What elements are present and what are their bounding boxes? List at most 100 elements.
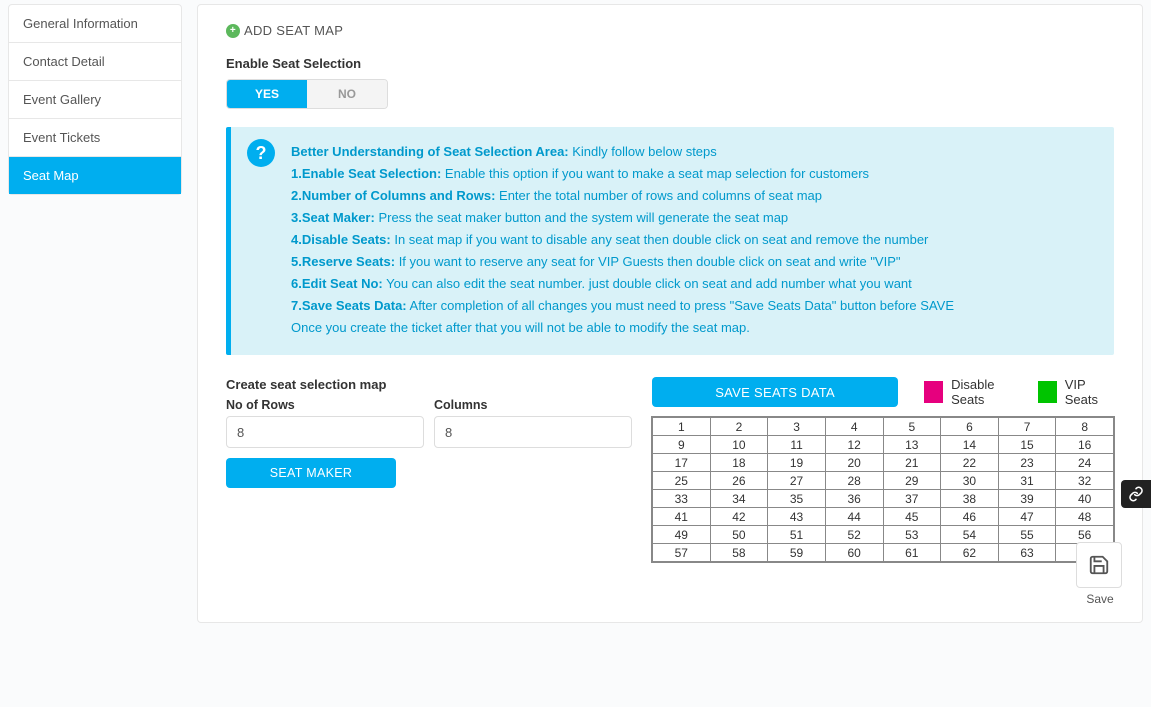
seat-cell[interactable]: 14 (941, 436, 999, 454)
seat-cell[interactable]: 50 (710, 526, 768, 544)
cols-input[interactable] (434, 416, 632, 448)
info-step: 3.Seat Maker: Press the seat maker butto… (291, 207, 1096, 229)
save-icon (1088, 554, 1110, 576)
enable-seat-toggle[interactable]: YES NO (226, 79, 388, 109)
seat-cell[interactable]: 19 (768, 454, 826, 472)
seat-cell[interactable]: 54 (941, 526, 999, 544)
seat-grid[interactable]: 1234567891011121314151617181920212223242… (652, 417, 1114, 562)
seat-cell[interactable]: 51 (768, 526, 826, 544)
seat-cell[interactable]: 30 (941, 472, 999, 490)
seat-cell[interactable]: 61 (883, 544, 941, 562)
plus-icon: + (226, 24, 240, 38)
rows-label: No of Rows (226, 398, 424, 412)
seat-cell[interactable]: 24 (1056, 454, 1114, 472)
seat-cell[interactable]: 22 (941, 454, 999, 472)
info-step: 6.Edit Seat No: You can also edit the se… (291, 273, 1096, 295)
seat-cell[interactable]: 47 (998, 508, 1056, 526)
save-button[interactable]: Save (1076, 542, 1124, 606)
seat-cell[interactable]: 53 (883, 526, 941, 544)
info-footer: Once you create the ticket after that yo… (291, 317, 1096, 339)
seat-cell[interactable]: 35 (768, 490, 826, 508)
seat-cell[interactable]: 34 (710, 490, 768, 508)
seat-maker-button[interactable]: SEAT MAKER (226, 458, 396, 488)
seat-cell[interactable]: 1 (653, 418, 711, 436)
seat-cell[interactable]: 43 (768, 508, 826, 526)
seat-cell[interactable]: 31 (998, 472, 1056, 490)
question-icon: ? (247, 139, 275, 167)
info-step: 1.Enable Seat Selection: Enable this opt… (291, 163, 1096, 185)
cols-label: Columns (434, 398, 632, 412)
sidebar-item-contact-detail[interactable]: Contact Detail (9, 43, 181, 81)
seat-cell[interactable]: 41 (653, 508, 711, 526)
enable-seat-section: Enable Seat Selection YES NO (226, 56, 1114, 127)
vip-swatch-icon (1038, 381, 1057, 403)
info-step: 4.Disable Seats: In seat map if you want… (291, 229, 1096, 251)
create-map-title: Create seat selection map (226, 377, 632, 392)
enable-seat-label: Enable Seat Selection (226, 56, 1114, 71)
seat-cell[interactable]: 38 (941, 490, 999, 508)
seat-cell[interactable]: 26 (710, 472, 768, 490)
seat-cell[interactable]: 28 (825, 472, 883, 490)
seat-cell[interactable]: 16 (1056, 436, 1114, 454)
save-seats-button[interactable]: SAVE SEATS DATA (652, 377, 898, 407)
seat-cell[interactable]: 6 (941, 418, 999, 436)
seat-cell[interactable]: 60 (825, 544, 883, 562)
seat-cell[interactable]: 46 (941, 508, 999, 526)
seat-cell[interactable]: 9 (653, 436, 711, 454)
sidebar-item-event-gallery[interactable]: Event Gallery (9, 81, 181, 119)
seat-cell[interactable]: 4 (825, 418, 883, 436)
seat-cell[interactable]: 37 (883, 490, 941, 508)
sidebar-item-general-information[interactable]: General Information (9, 5, 181, 43)
seat-cell[interactable]: 52 (825, 526, 883, 544)
seat-cell[interactable]: 3 (768, 418, 826, 436)
seat-cell[interactable]: 10 (710, 436, 768, 454)
rows-input[interactable] (226, 416, 424, 448)
seat-cell[interactable]: 40 (1056, 490, 1114, 508)
sidebar-item-event-tickets[interactable]: Event Tickets (9, 119, 181, 157)
info-box: ? Better Understanding of Seat Selection… (226, 127, 1114, 355)
toggle-yes[interactable]: YES (227, 80, 307, 108)
seat-cell[interactable]: 29 (883, 472, 941, 490)
info-step: 5.Reserve Seats: If you want to reserve … (291, 251, 1096, 273)
seat-cell[interactable]: 63 (998, 544, 1056, 562)
panel-header: + ADD SEAT MAP (226, 23, 1114, 38)
seat-cell[interactable]: 58 (710, 544, 768, 562)
seat-cell[interactable]: 13 (883, 436, 941, 454)
seat-cell[interactable]: 12 (825, 436, 883, 454)
seat-cell[interactable]: 23 (998, 454, 1056, 472)
seat-cell[interactable]: 33 (653, 490, 711, 508)
seat-controls: Create seat selection map No of Rows Col… (226, 377, 632, 488)
seat-cell[interactable]: 15 (998, 436, 1056, 454)
seat-cell[interactable]: 27 (768, 472, 826, 490)
seat-cell[interactable]: 57 (653, 544, 711, 562)
seat-cell[interactable]: 44 (825, 508, 883, 526)
seat-cell[interactable]: 20 (825, 454, 883, 472)
link-fab-icon[interactable] (1121, 480, 1151, 508)
seat-cell[interactable]: 5 (883, 418, 941, 436)
seat-cell[interactable]: 56 (1056, 526, 1114, 544)
seat-cell[interactable]: 17 (653, 454, 711, 472)
seat-cell[interactable]: 39 (998, 490, 1056, 508)
seat-cell[interactable]: 18 (710, 454, 768, 472)
seat-area: SAVE SEATS DATA Disable Seats VIP Seats … (652, 377, 1114, 562)
seat-cell[interactable]: 36 (825, 490, 883, 508)
seat-cell[interactable]: 49 (653, 526, 711, 544)
info-heading: Better Understanding of Seat Selection A… (291, 141, 1096, 163)
seat-cell[interactable]: 25 (653, 472, 711, 490)
seat-cell[interactable]: 21 (883, 454, 941, 472)
seat-cell[interactable]: 48 (1056, 508, 1114, 526)
seat-cell[interactable]: 62 (941, 544, 999, 562)
seat-cell[interactable]: 2 (710, 418, 768, 436)
seat-cell[interactable]: 45 (883, 508, 941, 526)
toggle-no[interactable]: NO (307, 80, 387, 108)
main-panel: + ADD SEAT MAP Enable Seat Selection YES… (197, 4, 1143, 623)
seat-cell[interactable]: 32 (1056, 472, 1114, 490)
info-step: 7.Save Seats Data: After completion of a… (291, 295, 1096, 317)
seat-cell[interactable]: 55 (998, 526, 1056, 544)
seat-cell[interactable]: 8 (1056, 418, 1114, 436)
seat-cell[interactable]: 42 (710, 508, 768, 526)
seat-cell[interactable]: 7 (998, 418, 1056, 436)
seat-cell[interactable]: 11 (768, 436, 826, 454)
sidebar-item-seat-map[interactable]: Seat Map (9, 157, 181, 194)
seat-cell[interactable]: 59 (768, 544, 826, 562)
